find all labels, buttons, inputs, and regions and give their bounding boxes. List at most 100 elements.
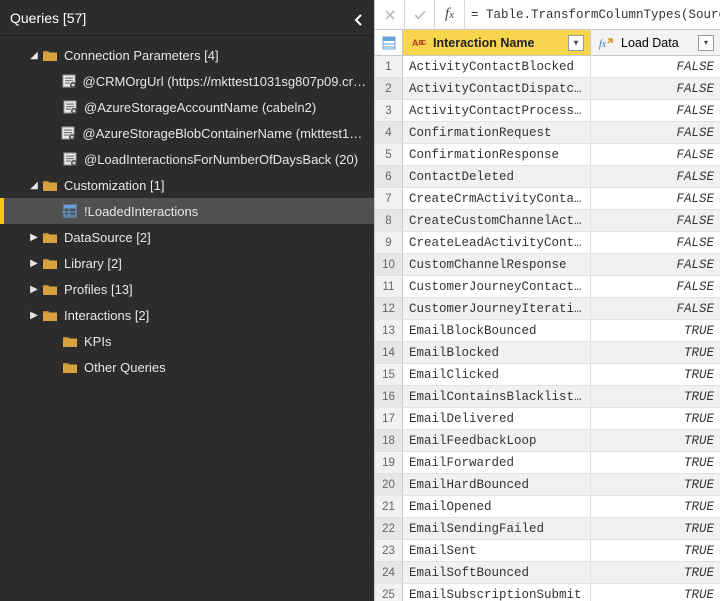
tree-folder[interactable]: ▶Profiles [13] <box>0 276 374 302</box>
row-number[interactable]: 4 <box>375 122 403 143</box>
row-number[interactable]: 3 <box>375 100 403 121</box>
cell-load-data[interactable]: TRUE <box>591 452 720 473</box>
row-number[interactable]: 9 <box>375 232 403 253</box>
table-row[interactable]: 3ActivityContactProcess…FALSE <box>375 100 720 122</box>
tree-query[interactable]: !LoadedInteractions <box>0 198 374 224</box>
table-row[interactable]: 9CreateLeadActivityCont…FALSE <box>375 232 720 254</box>
cell-load-data[interactable]: TRUE <box>591 364 720 385</box>
row-number[interactable]: 13 <box>375 320 403 341</box>
cell-interaction-name[interactable]: CustomerJourneyIterati… <box>403 298 591 319</box>
cell-interaction-name[interactable]: ActivityContactProcess… <box>403 100 591 121</box>
cell-load-data[interactable]: TRUE <box>591 474 720 495</box>
row-number[interactable]: 10 <box>375 254 403 275</box>
column-filter-icon[interactable]: ▾ <box>698 35 714 51</box>
row-number[interactable]: 2 <box>375 78 403 99</box>
cell-load-data[interactable]: TRUE <box>591 430 720 451</box>
cell-load-data[interactable]: FALSE <box>591 188 720 209</box>
cell-load-data[interactable]: TRUE <box>591 386 720 407</box>
table-row[interactable]: 14EmailBlockedTRUE <box>375 342 720 364</box>
tree-folder[interactable]: Other Queries <box>0 354 374 380</box>
table-row[interactable]: 18EmailFeedbackLoopTRUE <box>375 430 720 452</box>
tree-folder[interactable]: ◢Customization [1] <box>0 172 374 198</box>
tree-folder[interactable]: ◢Connection Parameters [4] <box>0 42 374 68</box>
row-number[interactable]: 21 <box>375 496 403 517</box>
column-filter-icon[interactable]: ▾ <box>568 35 584 51</box>
cell-interaction-name[interactable]: EmailBlocked <box>403 342 591 363</box>
column-header-interaction-name[interactable]: ABC Interaction Name ▾ <box>403 30 591 55</box>
row-number[interactable]: 15 <box>375 364 403 385</box>
expand-icon[interactable]: ▶ <box>28 258 40 269</box>
row-number[interactable]: 11 <box>375 276 403 297</box>
row-number[interactable]: 14 <box>375 342 403 363</box>
cell-load-data[interactable]: FALSE <box>591 276 720 297</box>
table-row[interactable]: 13EmailBlockBouncedTRUE <box>375 320 720 342</box>
cell-interaction-name[interactable]: CreateLeadActivityCont… <box>403 232 591 253</box>
cell-interaction-name[interactable]: ConfirmationResponse <box>403 144 591 165</box>
table-row[interactable]: 2ActivityContactDispatc…FALSE <box>375 78 720 100</box>
cell-interaction-name[interactable]: ActivityContactDispatc… <box>403 78 591 99</box>
cell-interaction-name[interactable]: EmailOpened <box>403 496 591 517</box>
cell-interaction-name[interactable]: EmailContainsBlacklist… <box>403 386 591 407</box>
cell-interaction-name[interactable]: EmailSent <box>403 540 591 561</box>
tree-parameter[interactable]: @LoadInteractionsForNumberOfDaysBack (20… <box>0 146 374 172</box>
row-number[interactable]: 17 <box>375 408 403 429</box>
row-number[interactable]: 24 <box>375 562 403 583</box>
table-row[interactable]: 16EmailContainsBlacklist…TRUE <box>375 386 720 408</box>
row-number[interactable]: 7 <box>375 188 403 209</box>
row-number[interactable]: 18 <box>375 430 403 451</box>
table-row[interactable]: 17EmailDeliveredTRUE <box>375 408 720 430</box>
tree-folder[interactable]: ▶DataSource [2] <box>0 224 374 250</box>
row-number[interactable]: 16 <box>375 386 403 407</box>
row-number[interactable]: 20 <box>375 474 403 495</box>
table-row[interactable]: 22EmailSendingFailedTRUE <box>375 518 720 540</box>
table-row[interactable]: 19EmailForwardedTRUE <box>375 452 720 474</box>
row-number[interactable]: 25 <box>375 584 403 601</box>
cell-load-data[interactable]: TRUE <box>591 518 720 539</box>
tree-folder[interactable]: KPIs <box>0 328 374 354</box>
table-row[interactable]: 6ContactDeletedFALSE <box>375 166 720 188</box>
column-header-load-data[interactable]: fx Load Data ▾ <box>591 30 720 55</box>
cell-interaction-name[interactable]: EmailHardBounced <box>403 474 591 495</box>
cell-interaction-name[interactable]: EmailSendingFailed <box>403 518 591 539</box>
cell-load-data[interactable]: TRUE <box>591 584 720 601</box>
sidebar-header[interactable]: Queries [57] <box>0 0 374 36</box>
cell-interaction-name[interactable]: EmailSoftBounced <box>403 562 591 583</box>
row-number[interactable]: 5 <box>375 144 403 165</box>
table-row[interactable]: 8CreateCustomChannelAct…FALSE <box>375 210 720 232</box>
collapse-icon[interactable]: ◢ <box>28 180 40 191</box>
cell-interaction-name[interactable]: EmailClicked <box>403 364 591 385</box>
table-row[interactable]: 23EmailSentTRUE <box>375 540 720 562</box>
cell-interaction-name[interactable]: EmailForwarded <box>403 452 591 473</box>
row-number[interactable]: 6 <box>375 166 403 187</box>
cell-interaction-name[interactable]: EmailBlockBounced <box>403 320 591 341</box>
tree-parameter[interactable]: @AzureStorageAccountName (cabeln2) <box>0 94 374 120</box>
cell-interaction-name[interactable]: EmailFeedbackLoop <box>403 430 591 451</box>
cell-interaction-name[interactable]: ConfirmationRequest <box>403 122 591 143</box>
table-row[interactable]: 1ActivityContactBlockedFALSE <box>375 56 720 78</box>
tree-parameter[interactable]: @CRMOrgUrl (https://mkttest1031sg807p09.… <box>0 68 374 94</box>
table-row[interactable]: 15EmailClickedTRUE <box>375 364 720 386</box>
cell-load-data[interactable]: TRUE <box>591 342 720 363</box>
table-row[interactable]: 21EmailOpenedTRUE <box>375 496 720 518</box>
row-number[interactable]: 1 <box>375 56 403 77</box>
expand-icon[interactable]: ▶ <box>28 232 40 243</box>
table-row[interactable]: 25EmailSubscriptionSubmitTRUE <box>375 584 720 601</box>
cell-load-data[interactable]: TRUE <box>591 320 720 341</box>
cell-load-data[interactable]: FALSE <box>591 254 720 275</box>
cell-load-data[interactable]: TRUE <box>591 496 720 517</box>
cell-load-data[interactable]: FALSE <box>591 78 720 99</box>
cell-load-data[interactable]: FALSE <box>591 100 720 121</box>
cell-interaction-name[interactable]: CreateCustomChannelAct… <box>403 210 591 231</box>
cell-load-data[interactable]: FALSE <box>591 166 720 187</box>
expand-icon[interactable]: ▶ <box>28 310 40 321</box>
table-row[interactable]: 20EmailHardBouncedTRUE <box>375 474 720 496</box>
row-number[interactable]: 23 <box>375 540 403 561</box>
cell-load-data[interactable]: FALSE <box>591 122 720 143</box>
table-row[interactable]: 11CustomerJourneyContact…FALSE <box>375 276 720 298</box>
cell-interaction-name[interactable]: CreateCrmActivityConta… <box>403 188 591 209</box>
cell-interaction-name[interactable]: EmailDelivered <box>403 408 591 429</box>
cell-interaction-name[interactable]: CustomerJourneyContact… <box>403 276 591 297</box>
row-number[interactable]: 19 <box>375 452 403 473</box>
grid-body[interactable]: 1ActivityContactBlockedFALSE2ActivityCon… <box>375 56 720 601</box>
grid-select-all[interactable] <box>375 30 403 55</box>
